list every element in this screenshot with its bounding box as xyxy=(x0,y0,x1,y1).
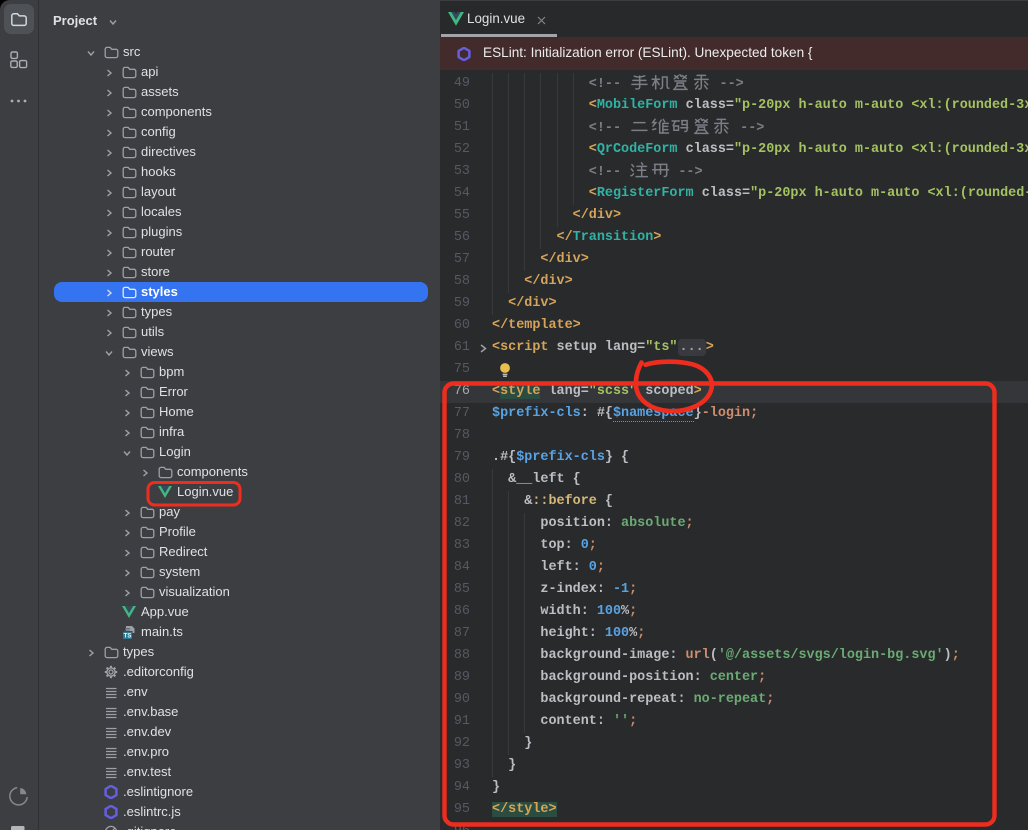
svg-text:TS: TS xyxy=(124,634,132,639)
